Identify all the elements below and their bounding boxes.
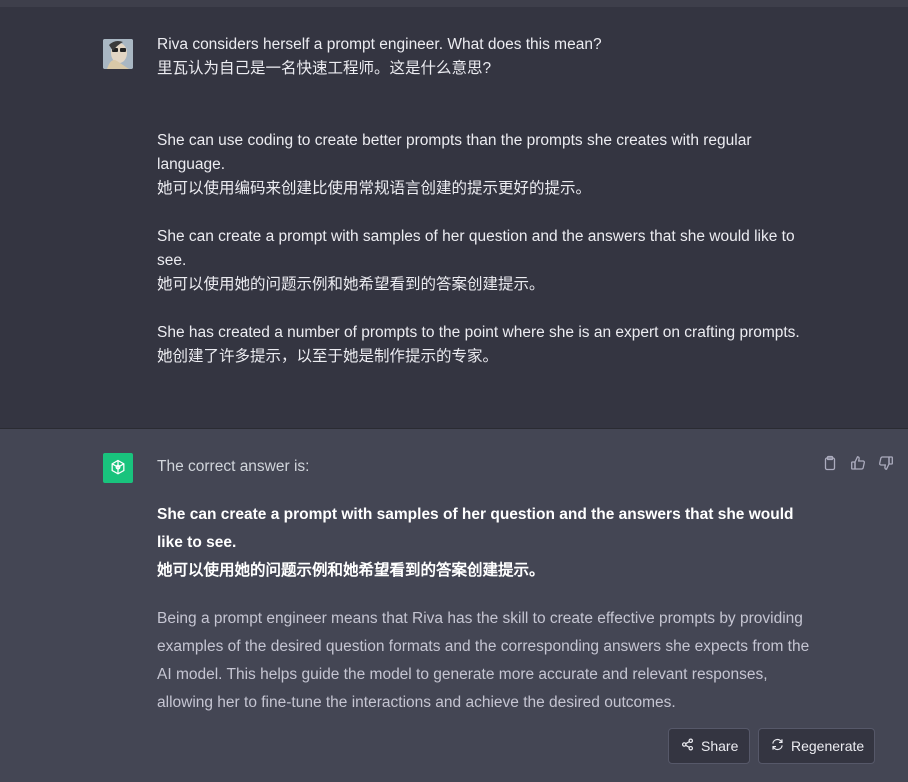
openai-logo-icon <box>103 453 133 483</box>
clipboard-icon[interactable] <box>822 455 838 471</box>
user-message-block: Riva considers herself a prompt engineer… <box>0 7 908 429</box>
answer-highlight: She can create a prompt with samples of … <box>157 501 817 585</box>
share-label: Share <box>701 738 739 754</box>
option-1-zh: 她可以使用编码来创建比使用常规语言创建的提示更好的提示。 <box>157 180 592 197</box>
option-2-zh: 她可以使用她的问题示例和她希望看到的答案创建提示。 <box>157 276 545 293</box>
option-3-en: She has created a number of prompts to t… <box>157 324 800 341</box>
share-button[interactable]: Share <box>668 728 750 764</box>
user-message-text: Riva considers herself a prompt engineer… <box>157 33 817 369</box>
top-bar <box>0 0 908 7</box>
thumbs-up-icon[interactable] <box>850 455 866 471</box>
response-buttons: Share Regenerate <box>668 728 875 764</box>
regenerate-button[interactable]: Regenerate <box>758 728 875 764</box>
message-actions <box>822 455 894 471</box>
assistant-message-block: The correct answer is: She can create a … <box>0 429 908 782</box>
answer-zh: 她可以使用她的问题示例和她希望看到的答案创建提示。 <box>157 562 545 579</box>
question-line-en: Riva considers herself a prompt engineer… <box>157 36 602 53</box>
answer-explanation: Being a prompt engineer means that Riva … <box>157 610 810 711</box>
question-line-zh: 里瓦认为自己是一名快速工程师。这是什么意思? <box>157 60 492 77</box>
option-3-zh: 她创建了许多提示，以至于她是制作提示的专家。 <box>157 348 499 365</box>
answer-en: She can create a prompt with samples of … <box>157 506 794 551</box>
user-avatar <box>103 39 133 69</box>
answer-intro: The correct answer is: <box>157 458 310 475</box>
share-icon <box>681 738 694 754</box>
thumbs-down-icon[interactable] <box>878 455 894 471</box>
option-1-en: She can use coding to create better prom… <box>157 132 752 173</box>
option-2-en: She can create a prompt with samples of … <box>157 228 795 269</box>
assistant-message-text: The correct answer is: She can create a … <box>157 453 817 717</box>
regenerate-label: Regenerate <box>791 738 865 754</box>
refresh-icon <box>771 738 784 754</box>
